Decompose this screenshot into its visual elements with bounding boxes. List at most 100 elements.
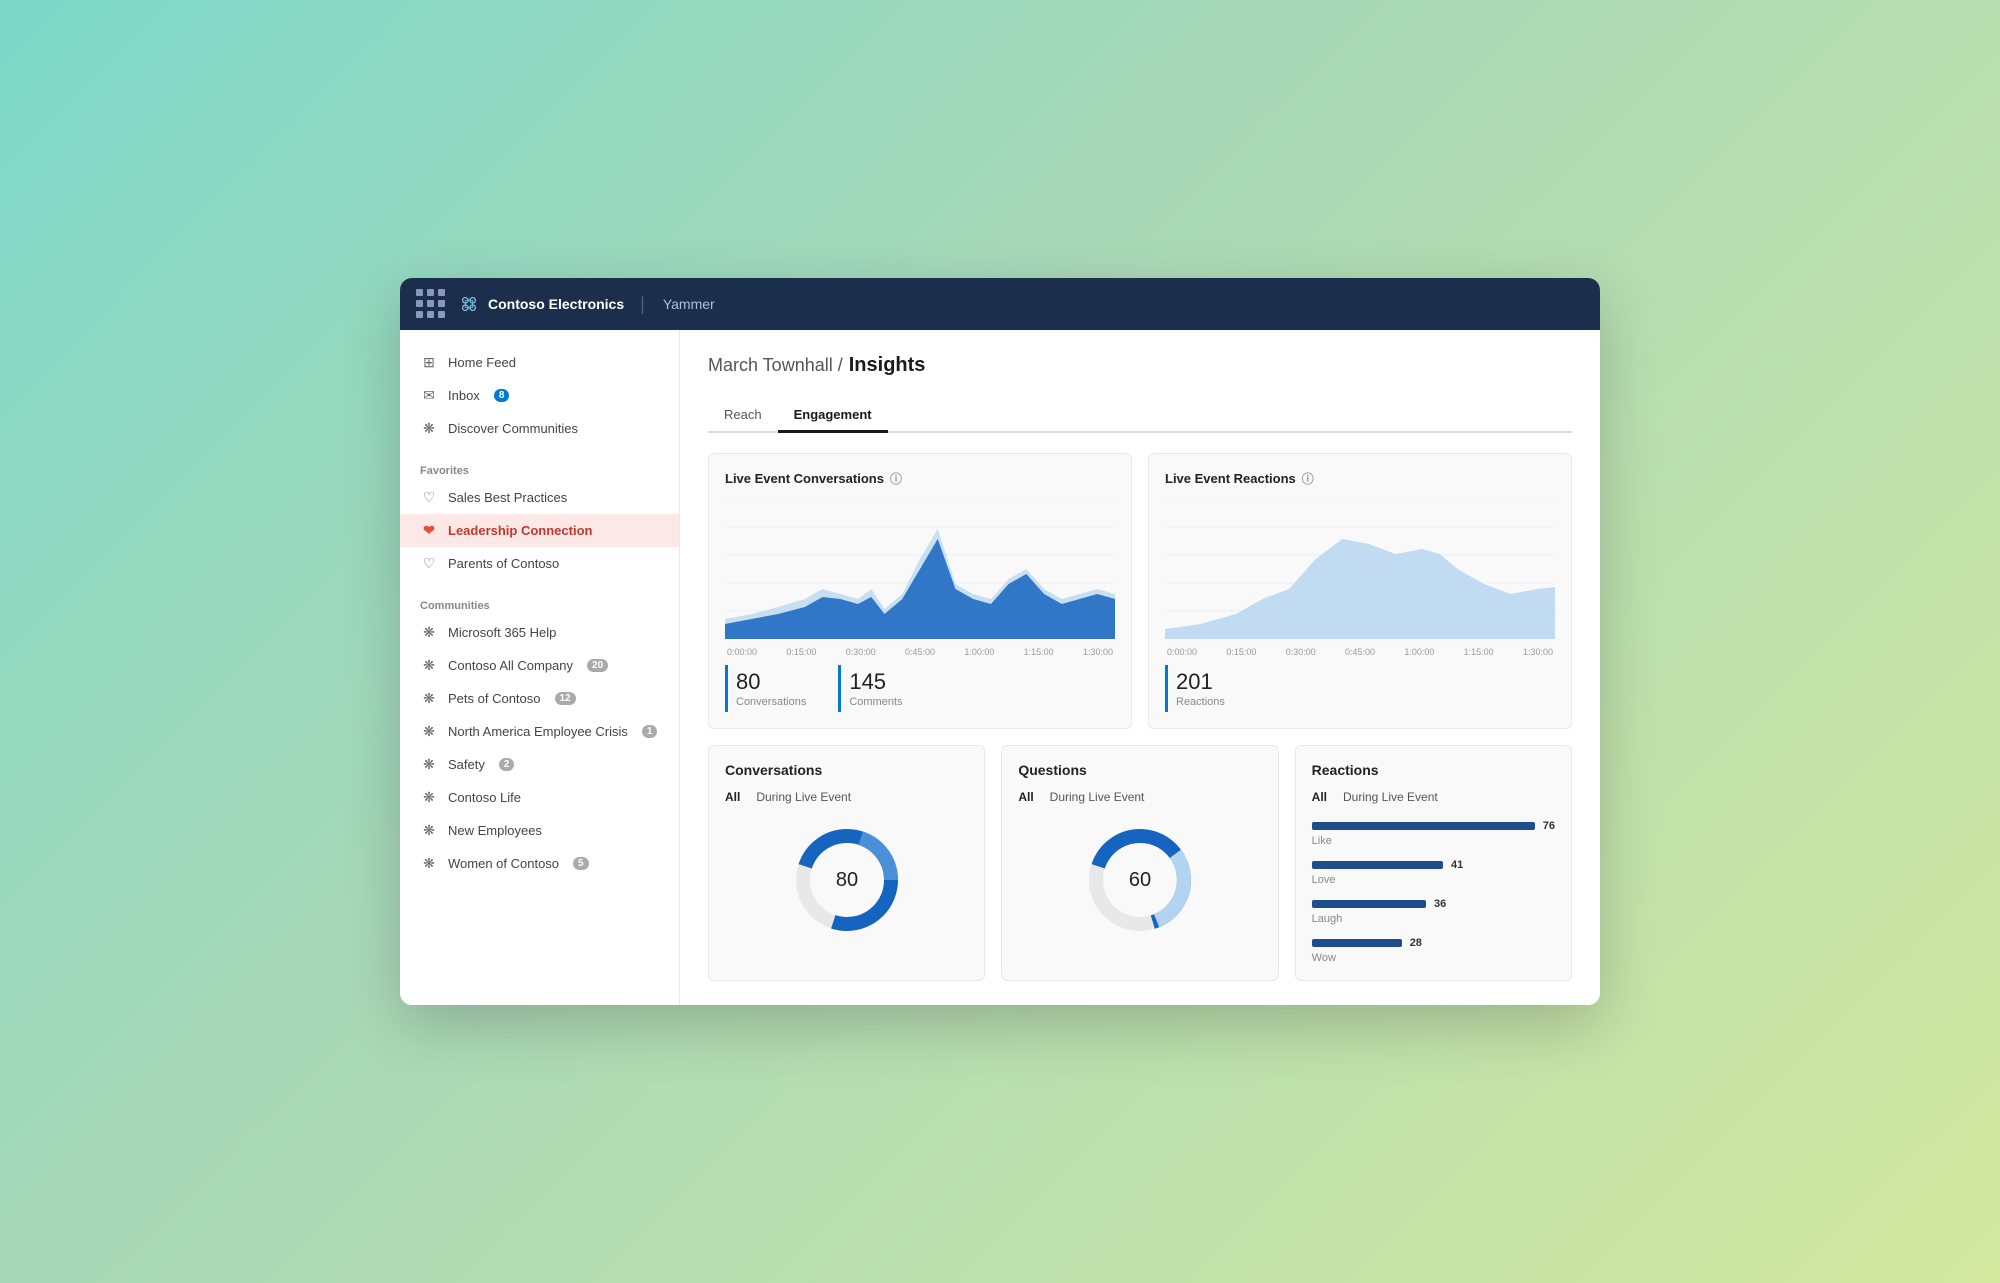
reactions-num: 201 (1176, 669, 1225, 695)
laugh-label: Laugh (1312, 913, 1555, 925)
sidebar-item-sales[interactable]: ♡ Sales Best Practices (400, 481, 679, 514)
divider: | (640, 294, 645, 315)
reaction-laugh: 36 Laugh (1312, 898, 1555, 925)
app-name: Yammer (663, 296, 715, 312)
live-conversations-card: Live Event Conversations ⓘ (708, 453, 1132, 728)
donut-center-value: 80 (836, 869, 858, 891)
sidebar-item-women[interactable]: ❋ Women of Contoso 5 (400, 847, 679, 880)
inbox-icon: ✉ (420, 387, 438, 404)
inbox-badge: 8 (494, 389, 510, 402)
laugh-value: 36 (1434, 898, 1446, 910)
conversations-card-title: Conversations (725, 762, 968, 778)
like-label: Like (1312, 835, 1555, 847)
questions-card-title: Questions (1018, 762, 1261, 778)
sidebar-item-ms365[interactable]: ❋ Microsoft 365 Help (400, 616, 679, 649)
conversations-donut: 80 (725, 820, 968, 940)
info-icon-conversations[interactable]: ⓘ (890, 470, 902, 487)
laugh-bar (1312, 900, 1426, 908)
community-icon-2: ❋ (420, 690, 438, 707)
sidebar-item-leadership-label: Leadership Connection (448, 523, 592, 538)
page-header: March Townhall / Insights (708, 354, 1572, 377)
sidebar-item-new-employees-label: New Employees (448, 823, 542, 838)
top-bar: Contoso Electronics | Yammer (400, 278, 1600, 330)
grid-icon[interactable] (416, 289, 446, 319)
page-title: Insights (849, 354, 926, 377)
heart-filled-icon: ❤ (420, 522, 438, 539)
sidebar-item-contoso-life[interactable]: ❋ Contoso Life (400, 781, 679, 814)
filter-during-questions[interactable]: During Live Event (1050, 790, 1145, 804)
sidebar-item-allcompany[interactable]: ❋ Contoso All Company 20 (400, 649, 679, 682)
tab-engagement[interactable]: Engagement (778, 399, 888, 433)
filter-during-reactions[interactable]: During Live Event (1343, 790, 1438, 804)
tab-reach[interactable]: Reach (708, 399, 778, 433)
conversations-count: 80 Conversations (725, 665, 822, 711)
live-reactions-card: Live Event Reactions ⓘ (1148, 453, 1572, 728)
favorites-section: Favorites ♡ Sales Best Practices ❤ Leade… (400, 453, 679, 580)
favorites-title: Favorites (400, 453, 679, 481)
questions-bottom-card: Questions All During Live Event 60 (1001, 745, 1278, 981)
live-conversations-title: Live Event Conversations ⓘ (725, 470, 1115, 487)
sidebar-item-safety-label: Safety (448, 757, 485, 772)
sidebar-item-home-feed[interactable]: ⊞ Home Feed (400, 346, 679, 379)
reaction-like: 76 Like (1312, 820, 1555, 847)
reactions-count: 201 Reactions (1165, 665, 1241, 711)
sidebar-item-leadership[interactable]: ❤ Leadership Connection (400, 514, 679, 547)
filter-all-conversations[interactable]: All (725, 790, 740, 804)
wow-value: 28 (1410, 937, 1422, 949)
filter-all-reactions[interactable]: All (1312, 790, 1327, 804)
questions-donut: 60 (1018, 820, 1261, 940)
na-crisis-badge: 1 (642, 725, 658, 738)
love-bar (1312, 861, 1443, 869)
sidebar-item-women-label: Women of Contoso (448, 856, 559, 871)
sidebar-item-safety[interactable]: ❋ Safety 2 (400, 748, 679, 781)
love-label: Love (1312, 874, 1555, 886)
sidebar-item-parents-label: Parents of Contoso (448, 556, 559, 571)
reactions-label: Reactions (1176, 696, 1225, 708)
filter-during-conversations[interactable]: During Live Event (756, 790, 851, 804)
filter-all-questions[interactable]: All (1018, 790, 1033, 804)
women-badge: 5 (573, 857, 589, 870)
sidebar-item-parents[interactable]: ♡ Parents of Contoso (400, 547, 679, 580)
conversations-label: Conversations (736, 696, 806, 708)
sidebar-item-inbox[interactable]: ✉ Inbox 8 (400, 379, 679, 412)
conversations-bottom-card: Conversations All During Live Event 80 (708, 745, 985, 981)
sidebar: ⊞ Home Feed ✉ Inbox 8 ❋ Discover Communi… (400, 330, 680, 1004)
breadcrumb: March Townhall / (708, 355, 843, 376)
pets-badge: 12 (555, 692, 576, 705)
sidebar-item-home-label: Home Feed (448, 355, 516, 370)
info-icon-reactions[interactable]: ⓘ (1302, 470, 1314, 487)
comments-label: Comments (849, 696, 902, 708)
conversations-chart (725, 499, 1115, 639)
reactions-stats: 201 Reactions (1165, 665, 1555, 711)
wow-bar (1312, 939, 1402, 947)
like-bar (1312, 822, 1535, 830)
sidebar-item-discover-label: Discover Communities (448, 421, 578, 436)
app-window: Contoso Electronics | Yammer ⊞ Home Feed… (400, 278, 1600, 1004)
reactions-list: 76 Like 41 Love (1312, 820, 1555, 964)
nav-section: ⊞ Home Feed ✉ Inbox 8 ❋ Discover Communi… (400, 346, 679, 445)
reactions-card-title: Reactions (1312, 762, 1555, 778)
comments-count: 145 Comments (838, 665, 918, 711)
tabs: Reach Engagement (708, 397, 1572, 433)
communities-title: Communities (400, 588, 679, 616)
home-icon: ⊞ (420, 354, 438, 371)
reactions-chart (1165, 499, 1555, 639)
community-icon-7: ❋ (420, 855, 438, 872)
sidebar-item-new-employees[interactable]: ❋ New Employees (400, 814, 679, 847)
heart-outline-icon: ♡ (420, 489, 438, 506)
like-value: 76 (1543, 820, 1555, 832)
sidebar-item-pets-label: Pets of Contoso (448, 691, 541, 706)
community-icon-1: ❋ (420, 657, 438, 674)
conversations-stats: 80 Conversations 145 Comments (725, 665, 1115, 711)
community-icon-5: ❋ (420, 789, 438, 806)
sidebar-item-na-crisis[interactable]: ❋ North America Employee Crisis 1 (400, 715, 679, 748)
communities-section: Communities ❋ Microsoft 365 Help ❋ Conto… (400, 588, 679, 880)
wow-label: Wow (1312, 952, 1555, 964)
company-logo: Contoso Electronics (458, 293, 624, 315)
sidebar-item-na-crisis-label: North America Employee Crisis (448, 724, 628, 739)
sidebar-item-pets[interactable]: ❋ Pets of Contoso 12 (400, 682, 679, 715)
sidebar-item-discover[interactable]: ❋ Discover Communities (400, 412, 679, 445)
charts-row: Live Event Conversations ⓘ (708, 453, 1572, 728)
sidebar-item-ms365-label: Microsoft 365 Help (448, 625, 556, 640)
community-icon-4: ❋ (420, 756, 438, 773)
